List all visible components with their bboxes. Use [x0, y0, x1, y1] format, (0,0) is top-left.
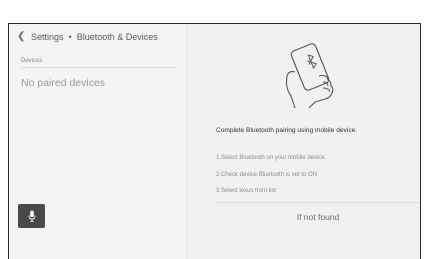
pairing-panel: Complete Bluetooth pairing using mobile …: [187, 24, 420, 259]
pairing-step: 3.Select lexus from list: [216, 188, 277, 194]
breadcrumb-separator: •: [68, 31, 72, 42]
no-devices-message: No paired devices: [21, 77, 106, 89]
app-window: ❮ Settings • Bluetooth & Devices Devices…: [8, 23, 421, 259]
divider: [216, 202, 420, 203]
devices-section-label: Devices: [21, 58, 43, 64]
if-not-found-button[interactable]: If not found: [216, 212, 420, 222]
pairing-instructions-title: Complete Bluetooth pairing using mobile …: [216, 127, 358, 134]
section-divider: [21, 67, 175, 68]
pairing-steps: 1.Select Bluetooth on your mobile device…: [216, 150, 325, 200]
microphone-icon: [28, 210, 35, 222]
pairing-step: 1.Select Bluetooth on your mobile device: [216, 155, 325, 161]
devices-panel: ❮ Settings • Bluetooth & Devices Devices…: [9, 24, 187, 259]
breadcrumb-current: Bluetooth & Devices: [76, 31, 158, 42]
breadcrumb: ❮ Settings • Bluetooth & Devices: [17, 31, 158, 42]
pairing-step: 2.Check device Bluetooth is set to ON: [216, 171, 318, 178]
chevron-left-icon[interactable]: ❮: [17, 31, 27, 42]
hand-holding-phone-bluetooth-icon: [285, 43, 334, 109]
breadcrumb-settings[interactable]: Settings: [31, 32, 64, 42]
voice-button[interactable]: [18, 204, 45, 228]
